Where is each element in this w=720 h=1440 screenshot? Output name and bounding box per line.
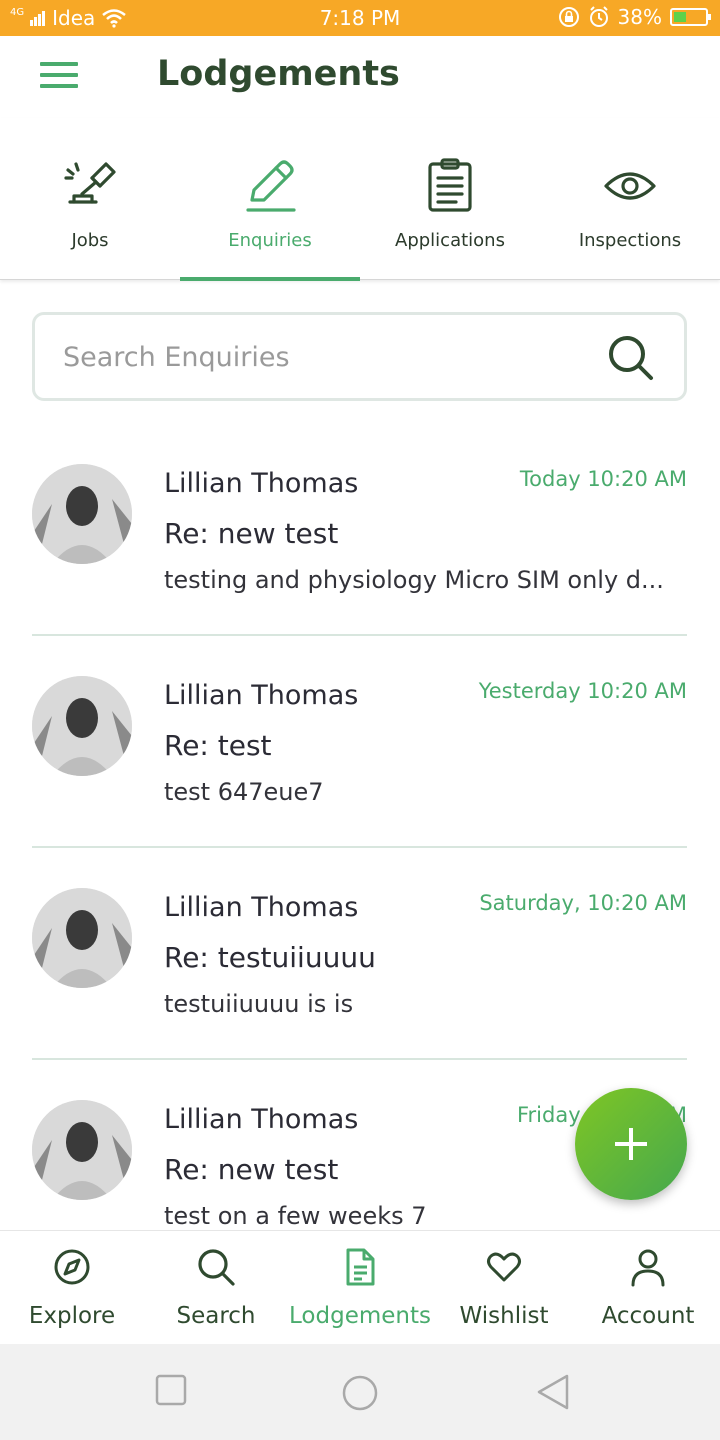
search-box xyxy=(32,312,687,401)
enquiry-subject: Re: test xyxy=(164,729,272,762)
search-input[interactable] xyxy=(63,335,583,379)
search-icon xyxy=(198,1249,235,1286)
avatar xyxy=(32,888,132,988)
search-icon[interactable] xyxy=(606,333,656,383)
enquiry-time: Today 10:20 AM xyxy=(519,467,687,491)
tab-applications[interactable]: Applications xyxy=(360,118,540,280)
lodgement-tabs: Jobs Enquiries Applications Inspections xyxy=(0,118,720,281)
tab-inspections[interactable]: Inspections xyxy=(540,118,720,280)
heart-icon xyxy=(487,1252,521,1282)
recents-icon[interactable] xyxy=(155,1374,187,1406)
tab-inspections-label: Inspections xyxy=(578,230,682,251)
hamburger-menu-icon[interactable] xyxy=(40,62,78,90)
nav-explore-label: Explore xyxy=(28,1303,116,1329)
user-icon xyxy=(631,1249,665,1287)
bottom-nav: Explore Search Lodgements Wishlist Accou… xyxy=(0,1230,720,1344)
battery-icon xyxy=(670,8,711,26)
enquiry-time: Yesterday 10:20 AM xyxy=(478,679,687,703)
clipboard-icon xyxy=(428,158,472,212)
eye-icon xyxy=(604,172,656,200)
enquiry-preview: testuiiuuuu is is xyxy=(164,990,354,1018)
tab-enquiries-label: Enquiries xyxy=(228,230,312,251)
avatar xyxy=(32,1100,132,1200)
list-item[interactable]: Lillian Thomas Re: new test testing and … xyxy=(32,424,687,636)
gavel-icon xyxy=(64,162,116,204)
system-nav-bar xyxy=(0,1344,720,1440)
sender-name: Lillian Thomas xyxy=(164,680,359,711)
nav-lodgements-label: Lodgements xyxy=(289,1303,431,1329)
status-bar: 4G Idea 7:18 PM 38% xyxy=(0,0,720,36)
compass-icon xyxy=(54,1249,90,1285)
enquiry-subject: Re: testuiiuuuu xyxy=(164,941,376,974)
list-item[interactable]: Lillian Thomas Re: testuiiuuuu testuiiuu… xyxy=(32,848,687,1060)
sender-name: Lillian Thomas xyxy=(164,1104,359,1135)
alarm-icon xyxy=(589,6,608,27)
app-header: Lodgements xyxy=(0,36,720,118)
battery-percent: 38% xyxy=(617,5,662,29)
back-icon[interactable] xyxy=(536,1374,570,1410)
pen-icon xyxy=(246,160,296,212)
nav-wishlist-label: Wishlist xyxy=(459,1303,549,1329)
tab-applications-label: Applications xyxy=(395,230,505,251)
tab-jobs-label: Jobs xyxy=(71,230,109,251)
nav-account-label: Account xyxy=(601,1303,695,1329)
sender-name: Lillian Thomas xyxy=(164,892,359,923)
nav-explore[interactable]: Explore xyxy=(0,1231,144,1345)
document-icon xyxy=(346,1248,375,1286)
enquiry-subject: Re: new test xyxy=(164,1153,339,1186)
status-right: 38% xyxy=(558,5,711,29)
list-item[interactable]: Lillian Thomas Re: test test 647eue7 Yes… xyxy=(32,636,687,848)
avatar xyxy=(32,676,132,776)
nav-search[interactable]: Search xyxy=(144,1231,288,1345)
nav-search-label: Search xyxy=(176,1303,256,1329)
home-icon[interactable] xyxy=(341,1374,379,1412)
tab-enquiries[interactable]: Enquiries xyxy=(180,118,360,281)
nav-account[interactable]: Account xyxy=(576,1231,720,1345)
enquiry-preview: test on a few weeks 7 xyxy=(164,1202,427,1230)
page-title: Lodgements xyxy=(157,54,400,94)
nav-wishlist[interactable]: Wishlist xyxy=(432,1231,576,1345)
add-enquiry-button[interactable] xyxy=(575,1088,687,1200)
enquiry-preview: testing and physiology Micro SIM only d.… xyxy=(164,566,664,594)
rotation-lock-icon xyxy=(558,7,579,27)
enquiry-time: Saturday, 10:20 AM xyxy=(479,891,687,915)
enquiry-subject: Re: new test xyxy=(164,517,339,550)
tab-jobs[interactable]: Jobs xyxy=(0,118,180,280)
nav-lodgements[interactable]: Lodgements xyxy=(288,1231,432,1345)
sender-name: Lillian Thomas xyxy=(164,468,359,499)
enquiry-preview: test 647eue7 xyxy=(164,778,324,806)
avatar xyxy=(32,464,132,564)
